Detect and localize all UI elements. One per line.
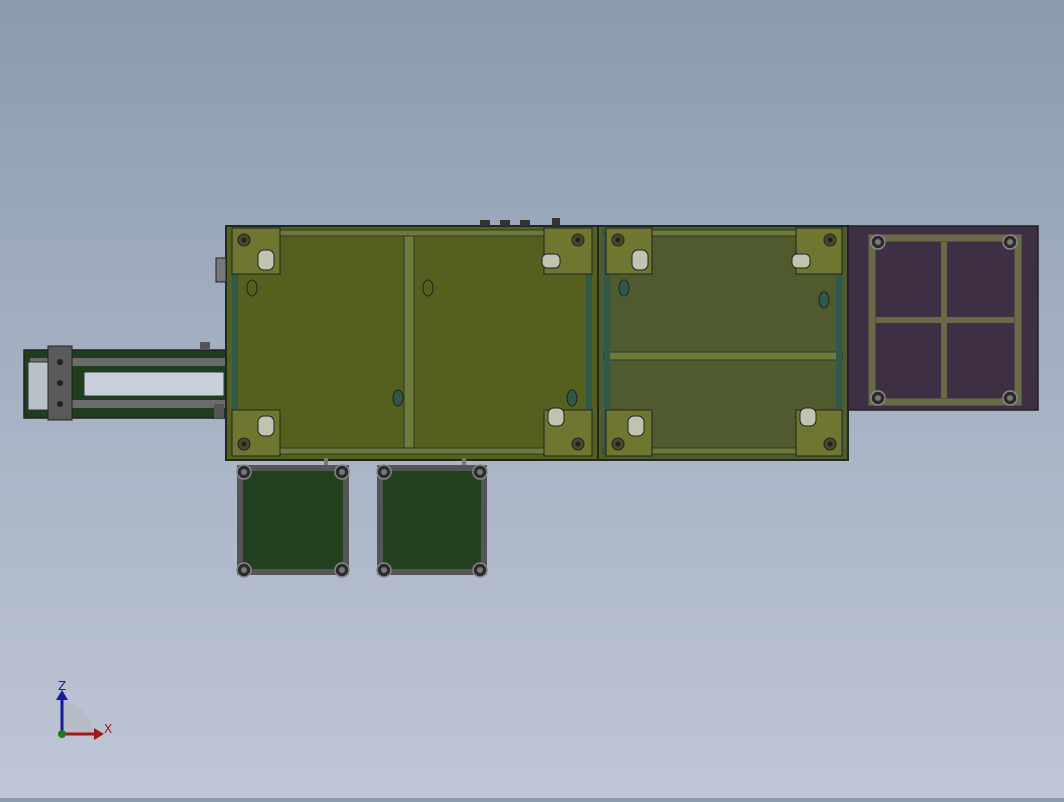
main-frame (215, 218, 599, 461)
purple-table (847, 225, 1039, 411)
right-frame (597, 225, 863, 461)
axis-z-label: Z (58, 679, 66, 693)
axis-x-label: X (104, 722, 112, 736)
left-conveyor (23, 342, 229, 421)
bottom-box-right (376, 458, 488, 578)
coordinate-triad-icon (56, 690, 104, 740)
cad-viewport[interactable]: Z X (0, 0, 1064, 798)
cad-scene: Z X (23, 218, 1039, 740)
bottom-box-left (236, 458, 350, 578)
